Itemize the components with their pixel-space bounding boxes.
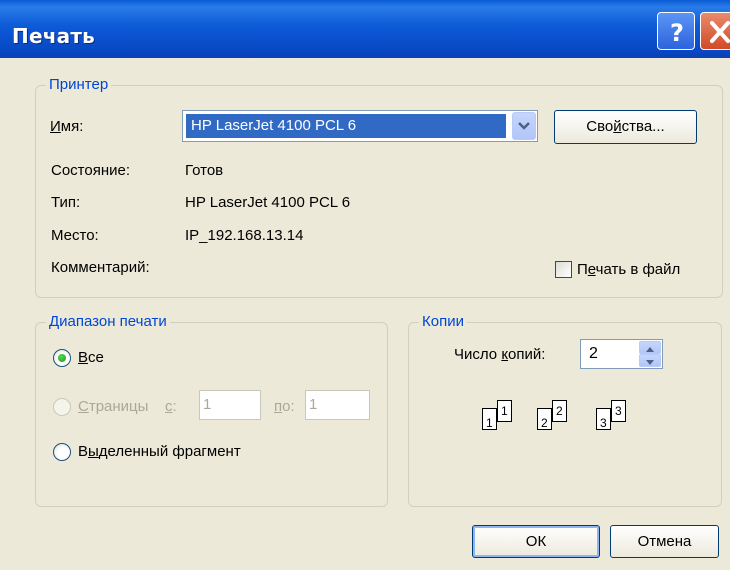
radio-pages[interactable] <box>53 398 71 416</box>
to-page-input[interactable]: 1 <box>305 390 370 420</box>
radio-selection-label: Выделенный фрагмент <box>78 443 241 460</box>
printer-name-selection: HP LaserJet 4100 PCL 6 <box>186 114 506 138</box>
spin-up-button[interactable] <box>639 341 661 354</box>
collate-page-back: 1 <box>497 400 512 422</box>
printer-name-value: HP LaserJet 4100 PCL 6 <box>191 117 357 134</box>
combo-dropdown-button[interactable] <box>512 112 536 140</box>
copies-legend: Копии <box>419 313 467 331</box>
help-button[interactable]: ? <box>657 12 695 50</box>
title-bar: Печать ? <box>0 0 730 58</box>
radio-all-label: Все <box>78 349 104 366</box>
ok-button[interactable]: ОК <box>472 525 600 558</box>
chevron-down-icon <box>646 360 654 365</box>
location-value: IP_192.168.13.14 <box>185 227 304 244</box>
copies-count-label: Число копий: <box>454 346 546 363</box>
status-value: Готов <box>185 162 224 179</box>
printer-name-label: Имя: <box>50 118 84 135</box>
print-to-file-label: Печать в файл <box>577 261 681 278</box>
radio-selection[interactable] <box>53 443 71 461</box>
radio-pages-label: Страницы <box>78 398 149 415</box>
copies-count-value: 2 <box>589 345 598 362</box>
location-label: Место: <box>51 227 99 244</box>
type-label: Тип: <box>51 194 81 211</box>
comment-label: Комментарий: <box>51 259 150 276</box>
question-icon: ? <box>670 19 684 47</box>
cancel-button[interactable]: Отмена <box>610 525 719 558</box>
properties-button[interactable]: Свойства... <box>554 110 697 144</box>
spin-down-button[interactable] <box>639 354 661 367</box>
copies-count-spinner[interactable]: 2 <box>580 339 663 369</box>
collate-page-front: 3 <box>596 408 611 430</box>
radio-all[interactable] <box>53 349 71 367</box>
print-range-legend: Диапазон печати <box>46 313 170 331</box>
print-to-file-checkbox[interactable] <box>555 261 572 278</box>
close-icon <box>710 21 730 43</box>
to-label: по: <box>274 398 295 415</box>
printer-name-combo[interactable]: HP LaserJet 4100 PCL 6 <box>182 110 538 142</box>
printer-legend: Принтер <box>46 76 112 94</box>
from-page-input[interactable]: 1 <box>199 390 261 420</box>
chevron-down-icon <box>518 122 530 130</box>
status-label: Состояние: <box>51 162 131 179</box>
svg-text:?: ? <box>670 19 684 47</box>
collate-page-back: 3 <box>611 400 626 422</box>
collate-page-front: 1 <box>482 408 497 430</box>
close-button[interactable] <box>700 12 730 50</box>
collate-page-back: 2 <box>552 400 567 422</box>
from-label: с: <box>165 398 177 415</box>
type-value: HP LaserJet 4100 PCL 6 <box>185 194 351 211</box>
collate-page-front: 2 <box>537 408 552 430</box>
window-title: Печать <box>12 24 95 48</box>
radio-selected-dot <box>58 354 66 362</box>
